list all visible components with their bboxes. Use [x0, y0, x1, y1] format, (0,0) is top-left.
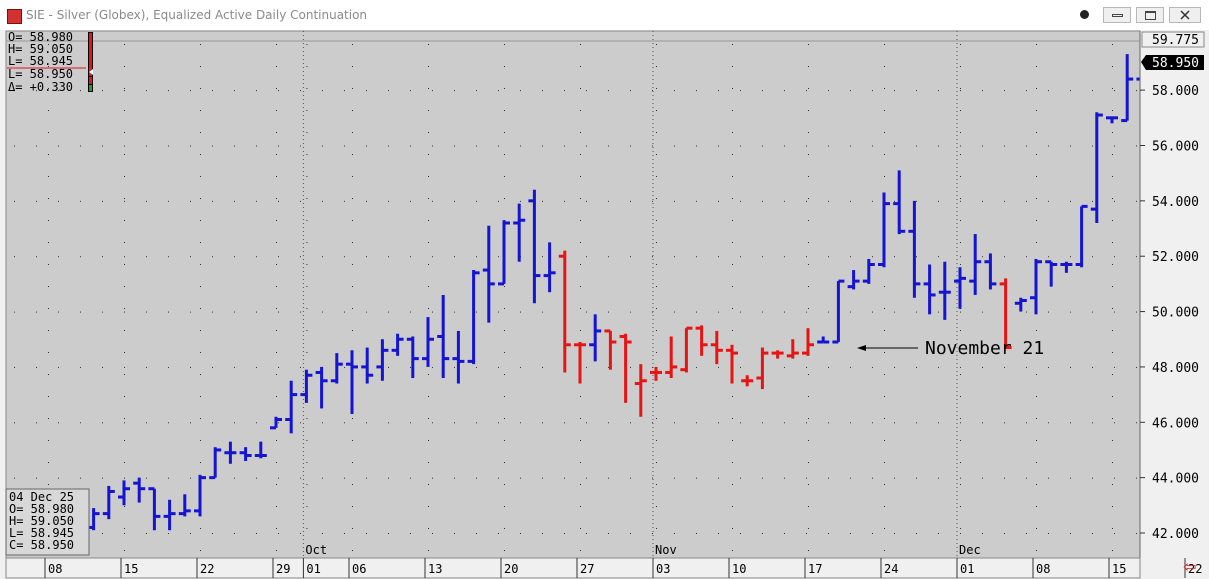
y-tick-label: 44.000	[1152, 472, 1199, 487]
data-box: 04 Dec 25 O= 58.980 H= 59.050 L= 58.945 …	[5, 488, 90, 556]
x-tick-label: 08	[1036, 562, 1050, 576]
x-tick-label: 10	[732, 562, 746, 576]
y-tick-label: 52.000	[1152, 250, 1199, 265]
x-tick-label: 08	[48, 562, 62, 576]
y-tick-label: 46.000	[1152, 416, 1199, 431]
y-tick-label: 58.000	[1152, 84, 1199, 99]
restore-button[interactable]	[1136, 7, 1164, 23]
pin-button[interactable]	[1071, 7, 1099, 23]
x-tick-label: 01	[306, 562, 320, 576]
minimize-button[interactable]	[1103, 7, 1131, 23]
y-tick-label: 42.000	[1152, 527, 1199, 542]
x-tick-label: 15	[124, 562, 138, 576]
minimize-icon	[1112, 14, 1123, 17]
window-title: SIE - Silver (Globex), Equalized Active …	[26, 8, 368, 22]
month-label: Dec	[959, 543, 981, 557]
plot-area	[5, 30, 1141, 559]
month-label: Nov	[655, 543, 677, 557]
x-tick-label: 29	[276, 562, 290, 576]
x-tick-label: 13	[428, 562, 442, 576]
y-tick-label: 48.000	[1152, 361, 1199, 376]
restore-icon	[1145, 11, 1156, 20]
close-icon	[1180, 10, 1190, 20]
close-button[interactable]	[1169, 7, 1201, 23]
price-chart[interactable]: 42.000 44.000 46.000 48.000 50.000 52.000 54.0…	[0, 30, 1209, 579]
high-price-label: 59.775	[1152, 33, 1199, 48]
circle-icon	[1080, 10, 1089, 19]
x-tick-label: 22	[200, 562, 214, 576]
data-box-close: C= 58.950	[9, 538, 74, 552]
x-tick-label: 15	[1112, 562, 1126, 576]
x-tick-label: 06	[352, 562, 366, 576]
ohlc-line-low: L= 58.945	[8, 54, 73, 68]
annotation-label: November 21	[925, 338, 1044, 359]
month-label: Oct	[305, 543, 327, 557]
ohlc-line-change: Δ= +0.330	[8, 80, 73, 94]
window-titlebar: SIE - Silver (Globex), Equalized Active …	[0, 0, 1209, 31]
y-tick-label: 54.000	[1152, 195, 1199, 210]
x-tick-label: 27	[580, 562, 594, 576]
x-tick-label: 03	[656, 562, 670, 576]
chart-app-icon	[7, 9, 22, 24]
x-tick-label: 24	[884, 562, 898, 576]
last-price-label: 58.950	[1152, 56, 1199, 71]
x-tick-label: 20	[504, 562, 518, 576]
y-tick-label: 50.000	[1152, 306, 1199, 321]
last-price-tag: 58.950	[1141, 55, 1204, 71]
x-tick-label: 01	[960, 562, 974, 576]
y-tick-label: 56.000	[1152, 139, 1199, 154]
high-price-tag: 59.775	[1141, 31, 1205, 48]
x-tick-label: 17	[808, 562, 822, 576]
red-left-arrow-icon[interactable]: ⇦	[1183, 557, 1196, 576]
ohlc-line-last: L= 58.950	[8, 67, 73, 81]
